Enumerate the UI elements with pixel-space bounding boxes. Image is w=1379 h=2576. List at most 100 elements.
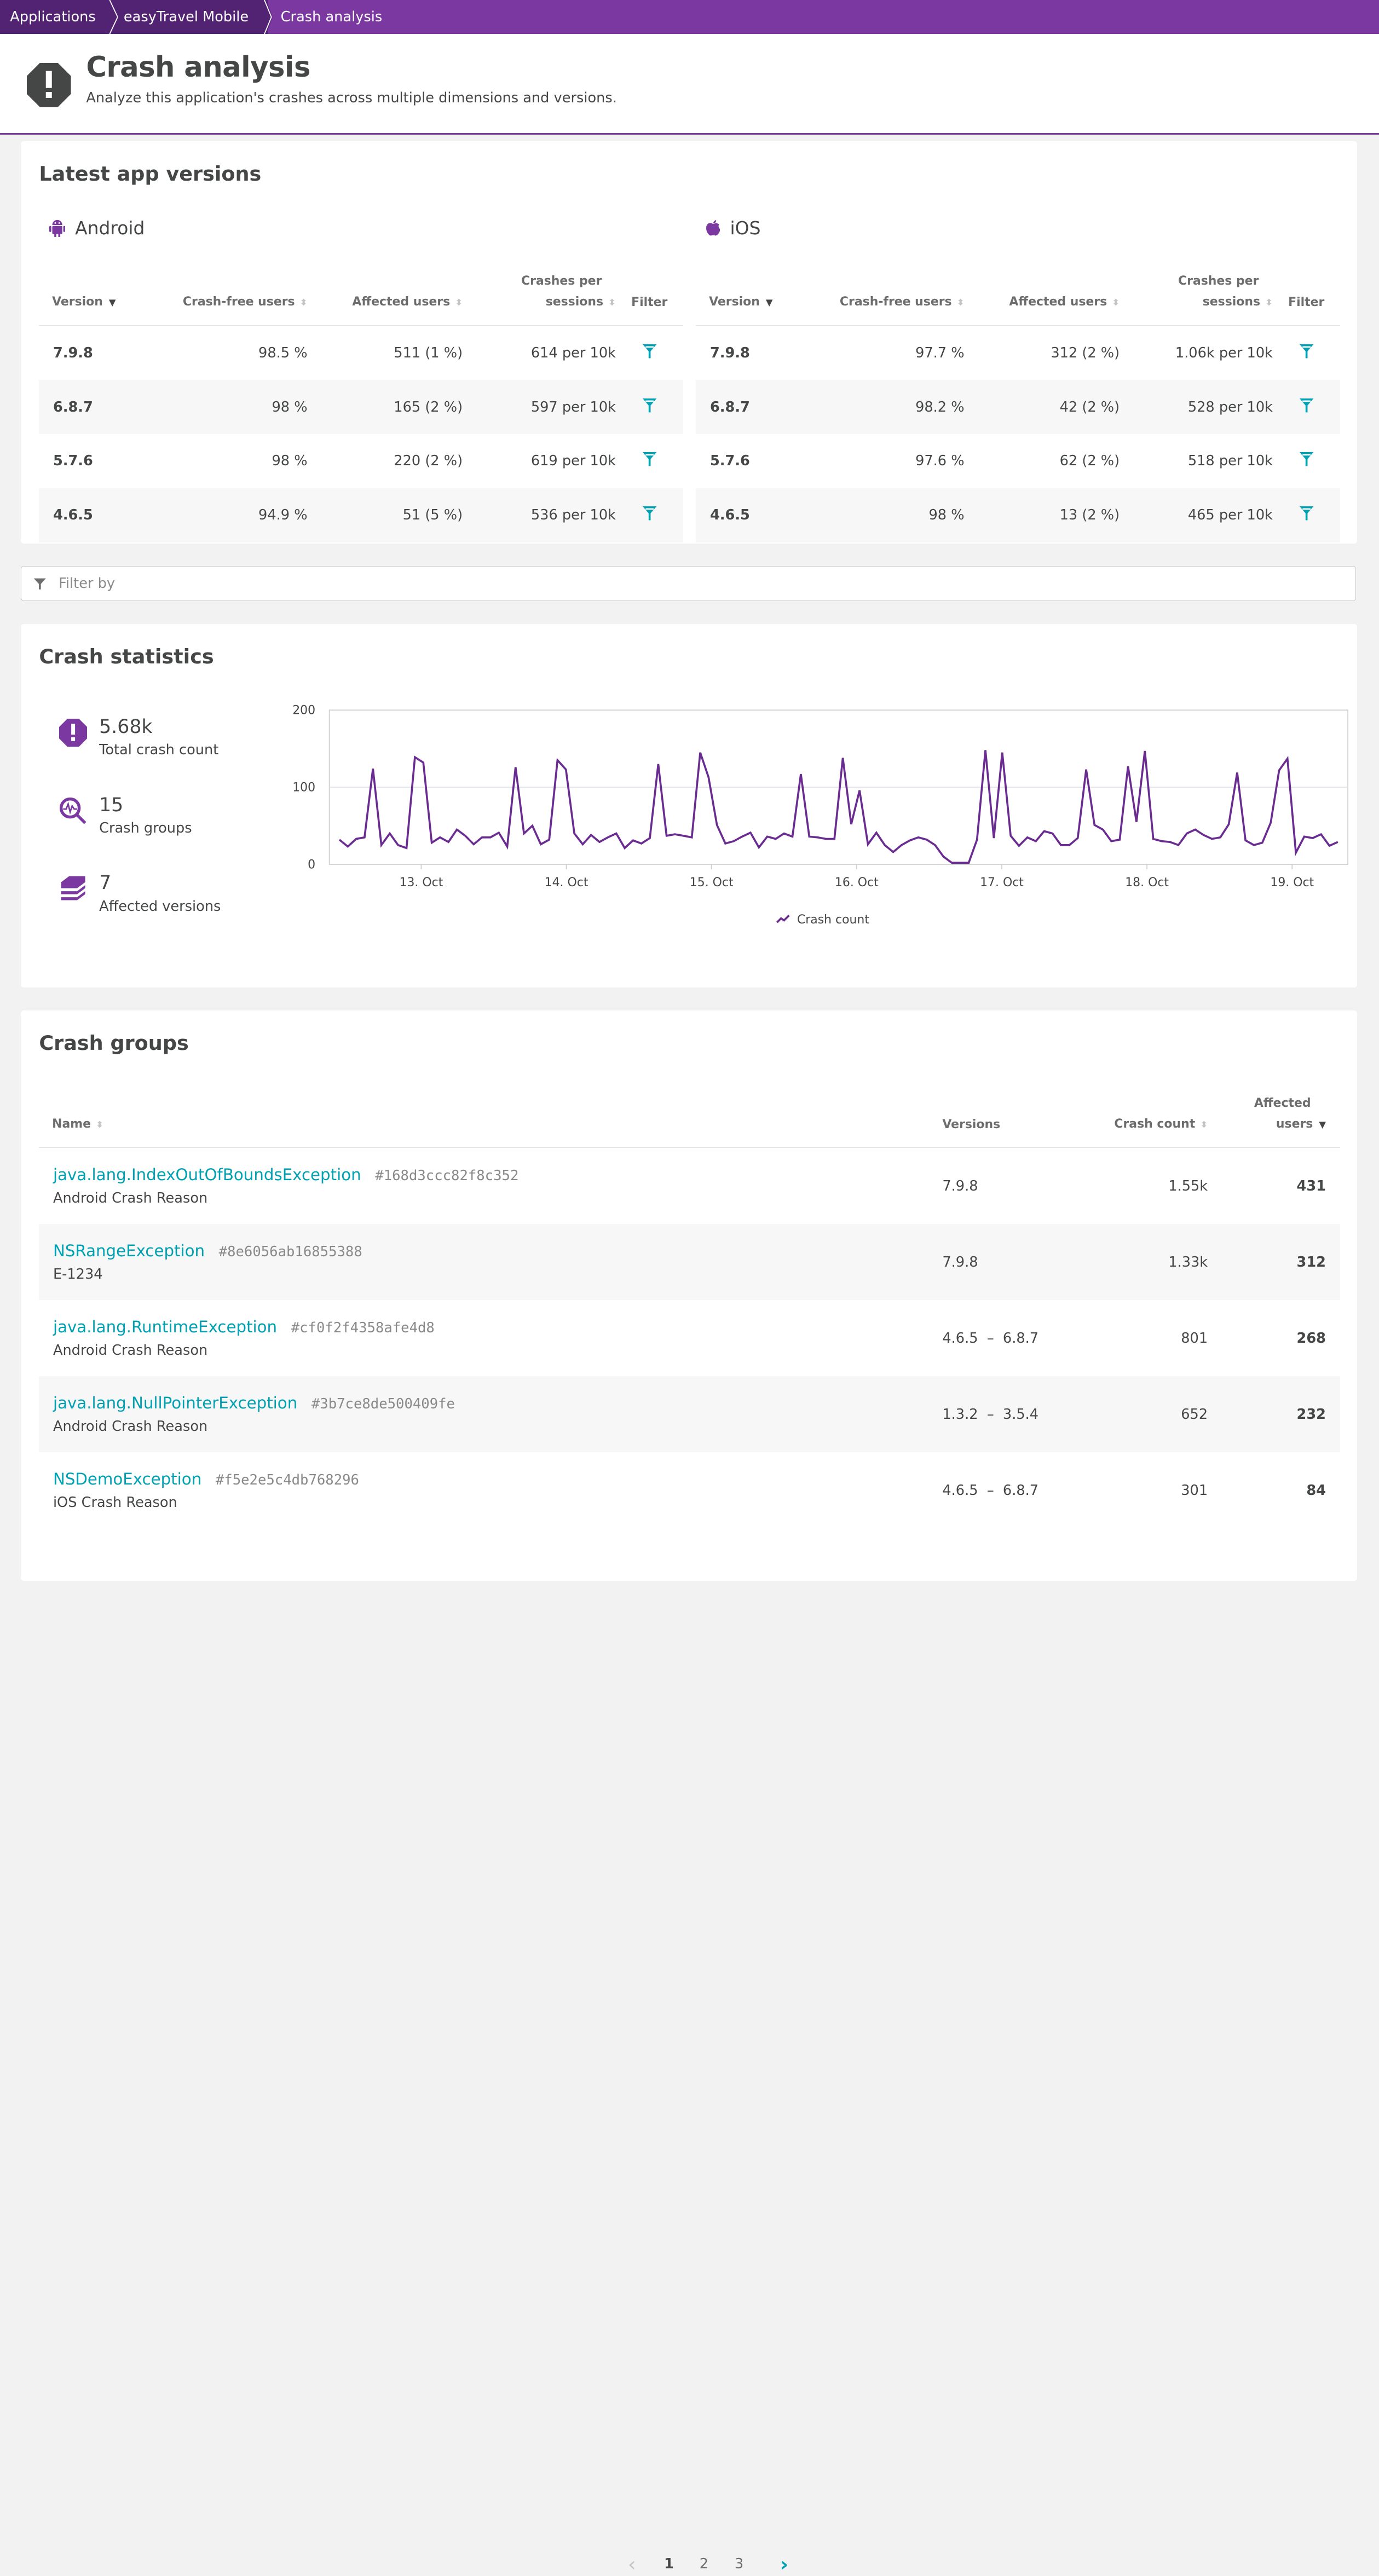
filter-button[interactable] <box>1273 380 1340 434</box>
x-tick-label: 19. Oct <box>1271 876 1314 890</box>
crash-group-link[interactable]: java.lang.NullPointerException <box>53 1394 297 1412</box>
android-icon <box>49 219 65 237</box>
column-filter: Filter <box>1273 253 1340 326</box>
affected-users-cell: 431 <box>1208 1148 1340 1225</box>
filter-button[interactable] <box>616 488 683 542</box>
breadcrumb-separator <box>263 0 275 34</box>
crash-group-reason: Android Crash Reason <box>53 1418 942 1435</box>
breadcrumb: Applications easyTravel Mobile Crash ana… <box>0 0 1379 34</box>
crash-group-link[interactable]: java.lang.IndexOutOfBoundsException <box>53 1165 361 1184</box>
column-version[interactable]: Version▼ <box>696 253 811 326</box>
column-crashes-per-sessions[interactable]: Crashes persessions⬍ <box>1120 253 1273 326</box>
versions-stack-icon <box>59 874 87 904</box>
column-affected-users[interactable]: Affectedusers▼ <box>1208 1076 1340 1148</box>
versions-cell: 7.9.8 <box>942 1148 1047 1225</box>
versions-cell: 4.6.5 – 6.8.7 <box>942 1300 1047 1376</box>
filter-button[interactable] <box>1273 488 1340 542</box>
affected-cell: 13 (2 %) <box>965 488 1120 542</box>
affected-users-cell: 268 <box>1208 1300 1340 1376</box>
crash-free-cell: 98 % <box>154 380 308 434</box>
versions-cell: 4.6.5 – 6.8.7 <box>942 1452 1047 1528</box>
crash-group-row: java.lang.IndexOutOfBoundsException#168d… <box>39 1148 1340 1225</box>
filter-icon <box>33 576 47 591</box>
crash-count-cell: 301 <box>1047 1452 1208 1528</box>
kpi-label: Total crash count <box>99 742 218 758</box>
pagination: ‹ 1 2 3 › <box>622 2552 794 2576</box>
latest-app-versions-card: Latest app versions Android iOS Version▼… <box>21 141 1357 544</box>
page-subtitle: Analyze this application's crashes acros… <box>86 90 617 106</box>
platform-label: iOS <box>730 217 761 239</box>
filter-funnel-icon <box>1299 505 1314 521</box>
kpi-affected-versions: 7Affected versions <box>59 872 221 914</box>
platform-label: Android <box>75 217 145 239</box>
crash-count-cell: 1.33k <box>1047 1224 1208 1300</box>
breadcrumb-label: Applications <box>10 9 95 25</box>
previous-page-button[interactable]: ‹ <box>622 2552 642 2576</box>
crash-group-row: NSDemoException#f5e2e5c4db768296iOS Cras… <box>39 1452 1340 1528</box>
crash-count-series-line <box>339 750 1338 863</box>
version-row: 6.8.798 %165 (2 %)597 per 10k <box>39 380 683 434</box>
filter-input[interactable] <box>56 574 1355 593</box>
apple-icon <box>706 220 720 236</box>
affected-cell: 511 (1 %) <box>308 326 463 380</box>
filter-funnel-icon <box>642 343 657 359</box>
next-page-button[interactable]: › <box>774 2552 794 2576</box>
version-row: 7.9.898.5 %511 (1 %)614 per 10k <box>39 326 683 380</box>
crash-free-cell: 97.7 % <box>811 326 965 380</box>
crash-icon <box>27 63 71 111</box>
column-name[interactable]: Name⬍ <box>39 1076 942 1148</box>
kpi-value: 5.68k <box>99 716 218 738</box>
breadcrumb-app[interactable]: easyTravel Mobile <box>122 0 263 34</box>
crashes-per-sessions-cell: 1.06k per 10k <box>1120 326 1273 380</box>
crash-group-name-cell: NSDemoException#f5e2e5c4db768296iOS Cras… <box>39 1452 942 1528</box>
filter-funnel-icon <box>1299 343 1314 359</box>
crash-group-name-cell: java.lang.RuntimeException #cf0f2f4358afe… <box>39 1300 942 1376</box>
filter-funnel-icon <box>642 397 657 413</box>
filter-button[interactable] <box>616 326 683 380</box>
filter-bar[interactable] <box>21 566 1356 601</box>
page-3[interactable]: 3 <box>724 2556 754 2572</box>
version-row: 6.8.798.2 %42 (2 %)528 per 10k <box>696 380 1340 434</box>
column-affected[interactable]: Affected users⬍ <box>308 253 463 326</box>
page-2[interactable]: 2 <box>689 2556 719 2572</box>
affected-users-cell: 312 <box>1208 1224 1340 1300</box>
crash-group-link[interactable]: NSDemoException <box>53 1470 201 1488</box>
ios-header: iOS <box>706 217 761 239</box>
version-cell: 5.7.6 <box>39 434 154 488</box>
column-crash-free[interactable]: Crash-free users⬍ <box>154 253 308 326</box>
y-tick-label: 100 <box>292 781 315 794</box>
crash-free-cell: 98.5 % <box>154 326 308 380</box>
crash-group-link[interactable]: NSRangeException <box>53 1241 205 1260</box>
version-cell: 4.6.5 <box>696 488 811 542</box>
column-version[interactable]: Version▼ <box>39 253 154 326</box>
crash-group-link[interactable]: java.lang.RuntimeException <box>53 1318 277 1336</box>
android-versions-table: Version▼ Crash-free users⬍ Affected user… <box>39 253 683 542</box>
column-filter: Filter <box>616 253 683 326</box>
filter-funnel-icon <box>1299 397 1314 413</box>
page-title: Crash analysis <box>86 51 617 84</box>
version-cell: 7.9.8 <box>39 326 154 380</box>
filter-button[interactable] <box>616 434 683 488</box>
section-title: Crash groups <box>39 1031 188 1055</box>
filter-button[interactable] <box>1273 326 1340 380</box>
breadcrumb-label: Crash analysis <box>281 9 383 25</box>
column-affected[interactable]: Affected users⬍ <box>965 253 1120 326</box>
breadcrumb-applications[interactable]: Applications <box>0 0 109 34</box>
column-crashes-per-sessions[interactable]: Crashes persessions⬍ <box>463 253 616 326</box>
section-title: Crash statistics <box>39 645 214 668</box>
x-tick-label: 15. Oct <box>690 876 734 890</box>
crash-group-hash: #cf0f2f4358afe4d8 <box>291 1320 435 1336</box>
page-1[interactable]: 1 <box>654 2556 684 2572</box>
versions-cell: 1.3.2 – 3.5.4 <box>942 1376 1047 1452</box>
version-cell: 4.6.5 <box>39 488 154 542</box>
version-row: 4.6.594.9 %51 (5 %)536 per 10k <box>39 488 683 542</box>
crash-group-row: java.lang.RuntimeException #cf0f2f4358afe… <box>39 1300 1340 1376</box>
affected-cell: 165 (2 %) <box>308 380 463 434</box>
crash-group-row: NSRangeException#8e6056ab16855388E-12347… <box>39 1224 1340 1300</box>
crash-group-hash: #3b7ce8de500409fe <box>311 1396 455 1412</box>
column-crash-count[interactable]: Crash count⬍ <box>1047 1076 1208 1148</box>
filter-button[interactable] <box>616 380 683 434</box>
version-row: 5.7.698 %220 (2 %)619 per 10k <box>39 434 683 488</box>
filter-button[interactable] <box>1273 434 1340 488</box>
column-crash-free[interactable]: Crash-free users⬍ <box>811 253 965 326</box>
